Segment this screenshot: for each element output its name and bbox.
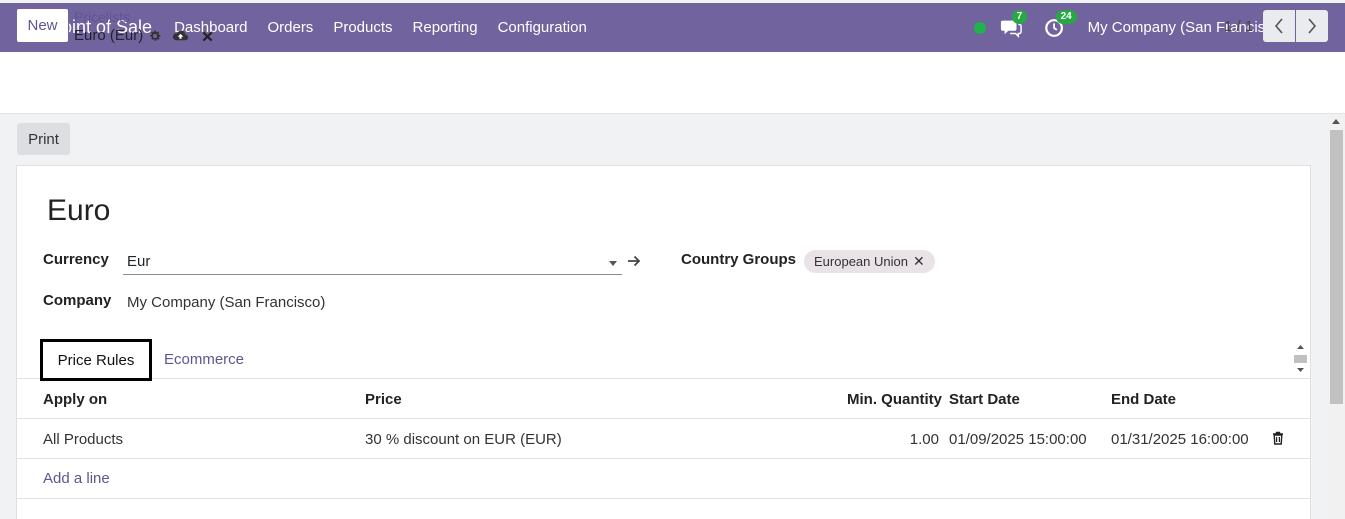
tag-remove-icon[interactable]: ✕ bbox=[913, 253, 925, 270]
scrollbar-thumb[interactable] bbox=[1330, 130, 1343, 404]
breadcrumb-pricelists[interactable]: Pricelists bbox=[74, 9, 130, 25]
internal-link-arrow-icon[interactable] bbox=[627, 254, 641, 268]
column-apply-on[interactable]: Apply on bbox=[43, 391, 107, 408]
menu-orders[interactable]: Orders bbox=[257, 19, 323, 36]
company-field[interactable]: My Company (San Francisco) bbox=[127, 294, 325, 311]
gear-icon[interactable] bbox=[148, 29, 162, 43]
menu-configuration[interactable]: Configuration bbox=[488, 19, 597, 36]
messaging-icon[interactable]: 7 bbox=[1000, 9, 1028, 39]
company-label: Company bbox=[43, 292, 112, 309]
breadcrumb-current: Euro (Eur) bbox=[74, 27, 162, 44]
tab-ecommerce[interactable]: Ecommerce bbox=[164, 351, 244, 368]
chevron-left-icon bbox=[1274, 18, 1283, 34]
company-switcher[interactable]: My Company (San Francisco) bbox=[1088, 19, 1286, 36]
pager-value[interactable]: 1 / 1 bbox=[1224, 18, 1253, 35]
column-start-date[interactable]: Start Date bbox=[949, 391, 1020, 408]
chevron-down-icon[interactable] bbox=[609, 261, 617, 266]
cell-apply-on[interactable]: All Products bbox=[43, 431, 123, 448]
discard-close-icon[interactable] bbox=[202, 31, 213, 42]
menu-reporting[interactable]: Reporting bbox=[403, 19, 488, 36]
cell-end-date[interactable]: 01/31/2025 16:00:00 bbox=[1111, 431, 1249, 448]
tab-price-rules[interactable]: Price Rules bbox=[40, 339, 152, 381]
new-button[interactable]: New bbox=[16, 8, 69, 43]
menu-products[interactable]: Products bbox=[323, 19, 402, 36]
trash-icon[interactable] bbox=[1272, 431, 1284, 445]
country-groups-label: Country Groups bbox=[681, 251, 796, 268]
top-navbar: Point of Sale Dashboard Orders Products … bbox=[0, 3, 1345, 52]
control-panel bbox=[0, 52, 1345, 114]
add-a-line-link[interactable]: Add a line bbox=[43, 470, 110, 487]
pager-next-button[interactable] bbox=[1296, 10, 1328, 42]
pager-previous-button[interactable] bbox=[1263, 10, 1295, 42]
column-min-quantity[interactable]: Min. Quantity bbox=[847, 391, 942, 408]
scroll-up-arrow-icon[interactable] bbox=[1332, 119, 1340, 124]
activities-clock-icon[interactable]: 24 bbox=[1044, 9, 1077, 39]
main-menu: Dashboard Orders Products Reporting Conf… bbox=[164, 19, 597, 36]
currency-label: Currency bbox=[43, 251, 109, 268]
country-group-tag: European Union ✕ bbox=[804, 250, 935, 273]
country-group-tag-label: European Union bbox=[814, 254, 908, 269]
column-end-date[interactable]: End Date bbox=[1111, 391, 1176, 408]
online-status-icon bbox=[973, 21, 986, 34]
print-button[interactable]: Print bbox=[17, 123, 70, 155]
cell-price[interactable]: 30 % discount on EUR (EUR) bbox=[365, 431, 562, 448]
chevron-right-icon bbox=[1308, 18, 1317, 34]
messages-badge: 7 bbox=[1011, 9, 1028, 24]
column-price[interactable]: Price bbox=[365, 391, 402, 408]
currency-field[interactable]: Eur bbox=[123, 250, 622, 275]
save-cloud-icon[interactable] bbox=[172, 29, 189, 43]
cell-start-date[interactable]: 01/09/2025 15:00:00 bbox=[949, 431, 1087, 448]
pricelist-name[interactable]: Euro bbox=[47, 194, 110, 228]
breadcrumb-current-label: Euro (Eur) bbox=[74, 27, 144, 44]
cell-min-quantity[interactable]: 1.00 bbox=[839, 431, 939, 448]
tabs-scroll-icon[interactable] bbox=[1292, 341, 1309, 377]
activities-badge: 24 bbox=[1055, 9, 1077, 24]
table-divider bbox=[17, 498, 1310, 499]
